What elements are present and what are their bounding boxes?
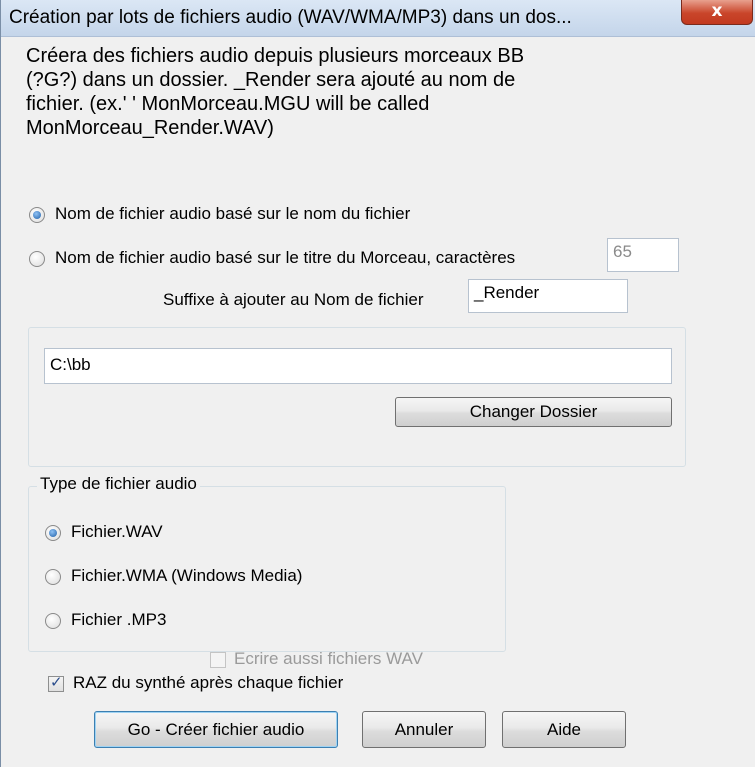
also-wav-label[interactable]: Ecrire aussi fichiers WAV xyxy=(234,649,423,669)
dialog-window: Création par lots de fichiers audio (WAV… xyxy=(0,0,755,767)
radio-filename-based[interactable] xyxy=(29,207,45,223)
radio-wav-label[interactable]: Fichier.WAV xyxy=(71,522,163,542)
radio-wma-label[interactable]: Fichier.WMA (Windows Media) xyxy=(71,566,302,586)
radio-title-based[interactable] xyxy=(29,251,45,267)
reset-synth-label[interactable]: RAZ du synthé après chaque fichier xyxy=(73,673,343,693)
radio-title-based-label[interactable]: Nom de fichier audio basé sur le titre d… xyxy=(55,248,515,268)
file-type-legend: Type de fichier audio xyxy=(37,474,200,494)
suffix-input[interactable]: _Render xyxy=(468,279,628,313)
reset-synth-checkbox[interactable]: ✓ xyxy=(48,673,64,692)
radio-mp3-label[interactable]: Fichier .MP3 xyxy=(71,610,166,630)
window-title: Création par lots de fichiers audio (WAV… xyxy=(9,7,572,28)
folder-path-input[interactable]: C:\bb xyxy=(44,348,672,384)
characters-input[interactable]: 65 xyxy=(607,238,679,272)
change-folder-button[interactable]: Changer Dossier xyxy=(395,397,672,427)
description-text: Créera des fichiers audio depuis plusieu… xyxy=(26,44,696,140)
description-line: MonMorceau_Render.WAV) xyxy=(26,117,274,139)
description-line: Créera des fichiers audio depuis plusieu… xyxy=(26,45,525,67)
radio-filename-based-label[interactable]: Nom de fichier audio basé sur le nom du … xyxy=(55,204,410,224)
title-bar[interactable]: Création par lots de fichiers audio (WAV… xyxy=(1,0,755,37)
radio-wma[interactable] xyxy=(45,569,61,585)
suffix-label: Suffixe à ajouter au Nom de fichier xyxy=(163,290,424,309)
radio-mp3[interactable] xyxy=(45,613,61,629)
help-button[interactable]: Aide xyxy=(502,711,626,748)
close-icon: x xyxy=(711,1,723,21)
radio-wav[interactable] xyxy=(45,525,61,541)
checkmark-icon: ✓ xyxy=(50,673,63,691)
description-line: fichier. (ex.' ' MonMorceau.MGU will be … xyxy=(26,93,430,115)
also-wav-checkbox[interactable] xyxy=(210,652,226,668)
cancel-button[interactable]: Annuler xyxy=(362,711,486,748)
close-button[interactable]: x xyxy=(681,0,753,25)
description-line: (?G?) dans un dossier. _Render sera ajou… xyxy=(26,69,516,91)
go-create-audio-button[interactable]: Go - Créer fichier audio xyxy=(94,711,338,748)
